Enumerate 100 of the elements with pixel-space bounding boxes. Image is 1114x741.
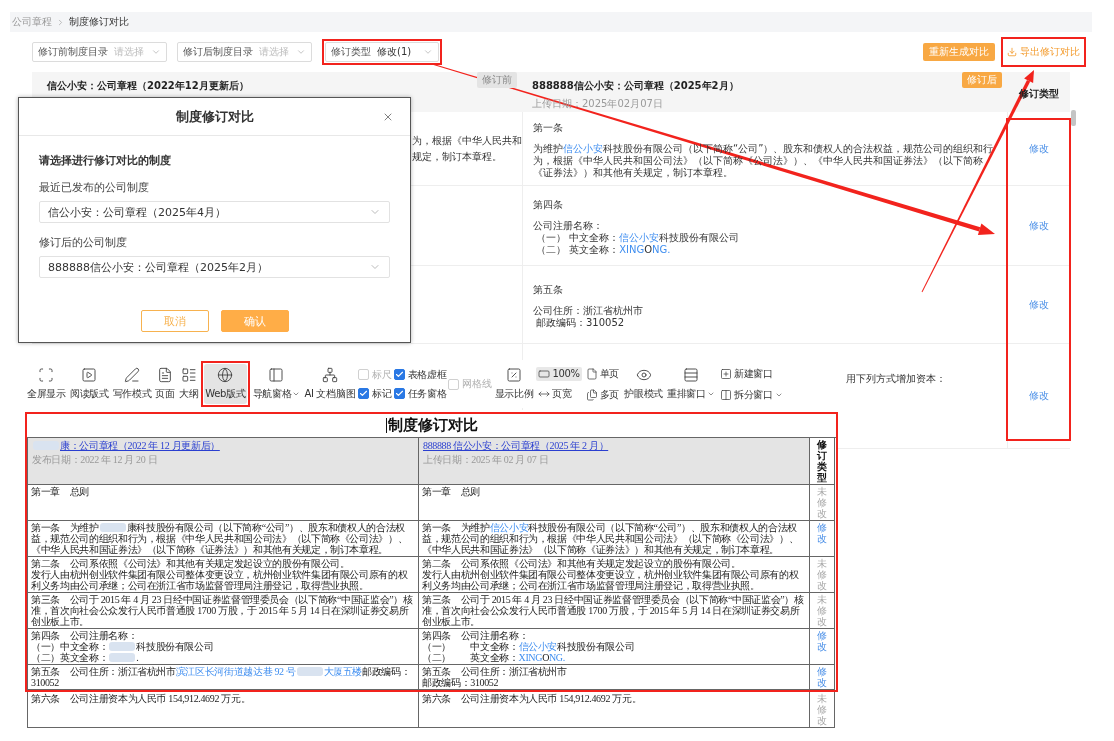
- list-icon: [180, 367, 197, 383]
- pages-icon: [585, 388, 598, 401]
- clause-text: 第六条 公司注册资本为人民币 154,912.4692 万元。: [422, 693, 642, 704]
- text-cursor-icon: [385, 418, 387, 433]
- chevron-down-icon: [296, 47, 306, 57]
- date-text: 发布日期：2022 年 12 月 20 日: [32, 454, 158, 465]
- changed-text: XING: [619, 244, 645, 255]
- clause-text: 第一章 总则: [31, 486, 89, 497]
- revision-type-text: 修改: [1029, 297, 1049, 312]
- scrollbar-thumb[interactable]: [1071, 110, 1076, 126]
- toolbar-button[interactable]: 全屏显示: [26, 364, 67, 404]
- checkbox[interactable]: [393, 388, 405, 399]
- rectangle-icon: [538, 367, 551, 380]
- clause-text: 为，根据《中华人民共和: [412, 134, 522, 147]
- dialog-prompt: 请选择进行修订对比的制度: [39, 153, 172, 168]
- document-link[interactable]: 康：公司章程（2022 年 12 月更新后）: [32, 440, 220, 451]
- changed-text: XING: [518, 652, 543, 663]
- pen-icon: [124, 367, 141, 383]
- download-icon: [1007, 47, 1017, 57]
- clause-text: 用下列方式增加资本：: [846, 373, 946, 385]
- checkbox-label[interactable]: 任务窗格: [407, 386, 447, 401]
- revision-type-text: 未修改: [817, 594, 827, 627]
- clause-text: （一）中文全称： 科技股份有限公司: [31, 641, 214, 652]
- clause-text: 第二条 公司系依照《公司法》和其他有关规定发起设立的股份有限公司。: [422, 558, 741, 569]
- column-title: 信公小安：公司章程（2022年12月更新后）: [47, 79, 249, 93]
- toolbar-button[interactable]: 拆分窗口: [717, 386, 785, 403]
- filter-select[interactable]: 修订后制度目录 请选择: [177, 42, 312, 62]
- toolbar-button[interactable]: 多页: [583, 386, 622, 403]
- blur-patch-icon: [109, 653, 136, 662]
- clause-heading: 第四条: [533, 199, 563, 211]
- clause-text: 公司注册名称：: [533, 220, 603, 232]
- eye-icon: [635, 367, 652, 383]
- toolbar-button[interactable]: AI 文档脑图: [303, 364, 357, 404]
- toolbar-button[interactable]: 写作模式: [111, 364, 153, 404]
- policy-select[interactable]: 888888信公小安：公司章程（2025年2月）: [39, 256, 390, 278]
- page-icon: [157, 367, 174, 383]
- changed-text: 信公小安: [518, 641, 558, 652]
- dialog-title: 制度修订对比: [175, 107, 254, 126]
- toolbar-button[interactable]: 单页: [583, 365, 622, 382]
- toolbar-button[interactable]: 页面: [154, 364, 176, 404]
- clause-text: 第六条 公司注册资本为人民币 154,912.4692 万元。: [31, 693, 251, 704]
- column-header: 修订类型: [817, 439, 827, 483]
- clause-text: 邮政编码：310052: [422, 677, 499, 688]
- changed-text: 大厦五楼: [323, 666, 363, 677]
- page-icon: [585, 367, 598, 380]
- columns-icon: [719, 388, 732, 401]
- chevron-right-icon: [56, 17, 65, 27]
- revision-type-text: 修改: [1029, 389, 1049, 403]
- clause-text: （二） 英文全称：XINGONG.: [535, 244, 671, 256]
- toolbar-button[interactable]: 大纲: [177, 364, 200, 404]
- toolbar-button[interactable]: 阅读版式: [68, 364, 110, 404]
- clause-text: 发行人由杭州创业软件集团有限公司整体变更设立，杭州创业软件集团有限公司原有的权利义务均由公司承继；公司在浙江省市场监督管理局注册登记，取得营业执照。: [422, 569, 800, 591]
- revision-type-text: 修改: [1029, 141, 1049, 156]
- checkbox-label[interactable]: 表格虚框: [407, 367, 447, 382]
- filter-select[interactable]: 修订前制度目录 请选择: [32, 42, 167, 62]
- toolbar-button[interactable]: 导航窗格: [251, 364, 302, 404]
- clause-text: 规定，制订本章程。: [412, 150, 502, 163]
- clause-text: 发行人由杭州创业软件集团有限公司整体变更设立，杭州创业软件集团有限公司原有的权利义务均由公司承继；公司在浙江省市场监督管理局注册登记，取得营业执照。: [31, 569, 409, 591]
- changed-text: NG.: [549, 652, 565, 663]
- revision-type-text: 修改: [1029, 218, 1049, 233]
- checkbox[interactable]: [358, 388, 370, 399]
- toolbar-button[interactable]: 新建窗口: [717, 365, 785, 382]
- breadcrumb-current: 制度修订对比: [69, 15, 129, 29]
- clause-text: （二） 英文全称：XINGONG.: [422, 652, 565, 663]
- close-button[interactable]: [382, 111, 394, 123]
- toolbar-button[interactable]: 护眼模式: [623, 364, 664, 404]
- play-icon: [81, 367, 98, 383]
- clause-text: 第三条 公司于 2015 年 4 月 23 日经中国证券监督管理委员会（以下简称“中国证监会”）核准，首次向社会公众发行人民币普通股 1700 万股，于 2015 年 5 月 14 日在深圳证券交易所创业板上市。: [31, 594, 414, 627]
- clause-text: 第三条 公司于 2015 年 4 月 23 日经中国证券监督管理委员会（以下简称“中国证监会”）核准，首次向社会公众发行人民币普通股 1700 万股，于 2015 年 5 月 14 日在深圳证券交易所创业板上市。: [422, 594, 805, 627]
- policy-select[interactable]: 信公小安：公司章程（2025年4月）: [39, 201, 390, 223]
- toolbar-button[interactable]: 重排窗口: [666, 364, 716, 404]
- globe-icon: [217, 367, 234, 383]
- clause-heading: 第五条: [533, 284, 563, 296]
- blur-patch-icon: [109, 642, 136, 651]
- clause-text: 第一条 为维护信公小安科技股份有限公司（以下简称“公司”）、股东和债权人的合法权益，规范公司的组织和行为，根据《中华人民共和国公司法》（以下简称《公司法》）、《中华人民共和国证券法》（以下简称《证券法》）和其他有关规定，制订本章程。: [422, 522, 800, 555]
- clause-text: 第五条 公司住所：浙江省杭州市: [422, 666, 567, 677]
- toolbar-button[interactable]: 显示比例: [493, 364, 535, 404]
- check-icon: [359, 389, 369, 398]
- clause-text: （一） 中文全称：信公小安科技股份有限公司: [535, 232, 740, 244]
- clause-text: 第一条 为维护 康科技股份有限公司（以下简称“公司”）、股东和债权人的合法权益，规范公司的组织和行为，根据《中华人民共和国公司法》（以下简称《公司法》）、《中华人民共和国证券法》（以下简称《证券法》）和其他有关规定，制订本章程。: [31, 522, 409, 555]
- changed-text: 滨江区长河街道越达巷 92 号: [175, 666, 296, 677]
- changed-text: 信公小安: [489, 522, 529, 533]
- changed-text: 信公小安: [563, 143, 603, 154]
- clause-text: 第二条 公司系依照《公司法》和其他有关规定发起设立的股份有限公司。: [31, 558, 350, 569]
- document-link[interactable]: 888888 信公小安：公司章程（2025 年 2 月）: [423, 440, 609, 451]
- square-plus-icon: [719, 367, 732, 380]
- field-label: 修订后的公司制度: [39, 235, 128, 250]
- revision-type-text: 修改: [817, 522, 827, 546]
- field-label: 最近已发布的公司制度: [39, 180, 150, 195]
- toolbar-button[interactable]: Web版式: [204, 364, 247, 404]
- filter-select[interactable]: 修订类型 修改(1): [325, 42, 439, 62]
- clause-text: 第四条 公司注册名称：: [422, 630, 529, 641]
- column-title: 888888信公小安：公司章程（2025年2月）: [532, 79, 739, 93]
- clause-text: 第五条 公司住所：浙江省杭州市滨江区长河街道越达巷 92 号 大厦五楼邮政编码：310052: [31, 666, 412, 688]
- toolbar-button[interactable]: 100%: [536, 366, 582, 381]
- changed-text: NG.: [652, 244, 671, 255]
- toolbar-button[interactable]: 页宽: [536, 385, 582, 402]
- checkbox-label[interactable]: 标记: [372, 386, 392, 401]
- checkbox[interactable]: [393, 369, 405, 380]
- clause-text: 公司住所：浙江省杭州市: [533, 305, 643, 317]
